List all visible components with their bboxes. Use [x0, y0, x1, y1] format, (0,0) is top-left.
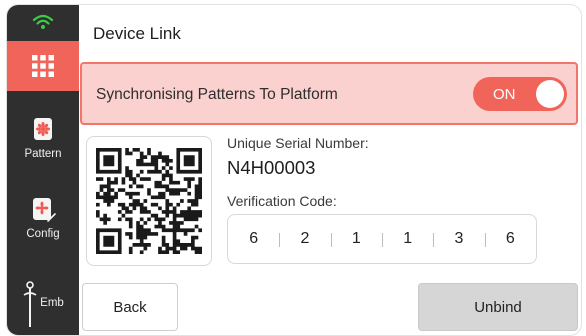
page-title: Device Link: [93, 24, 181, 43]
code-digit: 3: [433, 230, 484, 248]
sidebar-item-label: Pattern: [24, 148, 62, 160]
qr-code-box: [86, 136, 212, 266]
verification-label: Verification Code:: [227, 193, 337, 209]
back-button[interactable]: Back: [82, 283, 178, 331]
code-digit: 1: [381, 230, 433, 248]
verification-code-box: 6 2 1 1 3 6: [227, 214, 537, 264]
toggle-knob: [536, 80, 564, 108]
sidebar: Pattern Config Emb: [7, 5, 79, 335]
code-digit: 1: [330, 230, 382, 248]
sidebar-item-pattern[interactable]: Pattern: [7, 105, 79, 175]
code-digit: 2: [279, 230, 330, 248]
sidebar-item-label: Emb: [40, 297, 64, 309]
sidebar-item-emb[interactable]: Emb: [7, 273, 79, 333]
qr-code-icon: [96, 148, 202, 254]
embroidery-icon: [23, 281, 37, 327]
sync-toggle[interactable]: ON: [473, 77, 567, 111]
apps-button[interactable]: [7, 41, 79, 91]
unbind-button[interactable]: Unbind: [418, 283, 578, 331]
sidebar-item-label: Config: [26, 228, 60, 240]
sync-banner: Synchronising Patterns To Platform ON: [80, 62, 578, 125]
serial-label: Unique Serial Number:: [227, 135, 369, 151]
config-icon: [33, 198, 56, 222]
toggle-state-text: ON: [493, 86, 516, 103]
apps-grid-icon: [32, 55, 54, 77]
sync-label: Synchronising Patterns To Platform: [96, 86, 338, 103]
serial-value: N4H00003: [227, 157, 316, 178]
pattern-icon: [34, 118, 52, 140]
code-digit: 6: [249, 230, 259, 247]
code-digit: 6: [484, 230, 536, 248]
wifi-icon: [32, 14, 54, 29]
sidebar-item-config[interactable]: Config: [7, 185, 79, 255]
